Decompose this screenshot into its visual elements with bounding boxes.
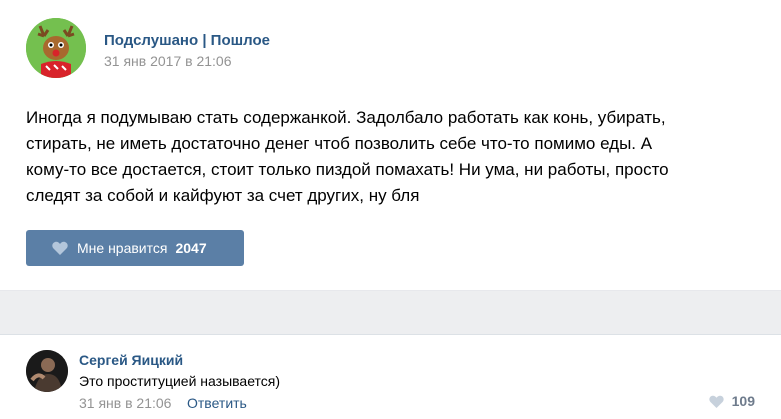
comment-author[interactable]: Сергей Яицкий: [79, 352, 183, 368]
post-text: Иногда я подумываю стать содержанкой. За…: [26, 105, 726, 209]
post-text-line: Иногда я подумываю стать содержанкой. За…: [26, 108, 666, 127]
heart-icon: [52, 241, 68, 255]
post: Подслушано | Пошлое 31 янв 2017 в 21:06 …: [0, 0, 781, 290]
comment-like-count: 109: [731, 393, 755, 409]
reindeer-avatar-icon: [26, 18, 86, 78]
section-gap: [0, 291, 781, 334]
like-count: 2047: [175, 240, 207, 256]
heart-icon: [708, 395, 724, 408]
reply-link[interactable]: Ответить: [187, 395, 247, 411]
post-text-line: стирать, не иметь достаточно денег чтоб …: [26, 134, 653, 153]
post-text-line: кому-то все достается, стоит только пизд…: [26, 160, 669, 179]
person-avatar-icon: [26, 350, 68, 392]
comment-text: Это проституцией называется): [79, 373, 281, 389]
commenter-avatar[interactable]: [26, 350, 68, 392]
community-avatar[interactable]: [26, 18, 86, 78]
comment-date[interactable]: 31 янв в 21:06: [79, 395, 171, 411]
post-text-line: следят за собой и кайфуют за счет других…: [26, 186, 420, 205]
like-label: Мне нравится: [77, 240, 168, 256]
post-date[interactable]: 31 янв 2017 в 21:06: [104, 53, 232, 69]
like-button[interactable]: Мне нравится 2047: [26, 230, 244, 266]
comment: Сергей Яицкий Это проституцией называетс…: [0, 335, 781, 419]
comment-like-button[interactable]: 109: [708, 393, 755, 409]
post-author[interactable]: Подслушано | Пошлое: [104, 32, 270, 49]
